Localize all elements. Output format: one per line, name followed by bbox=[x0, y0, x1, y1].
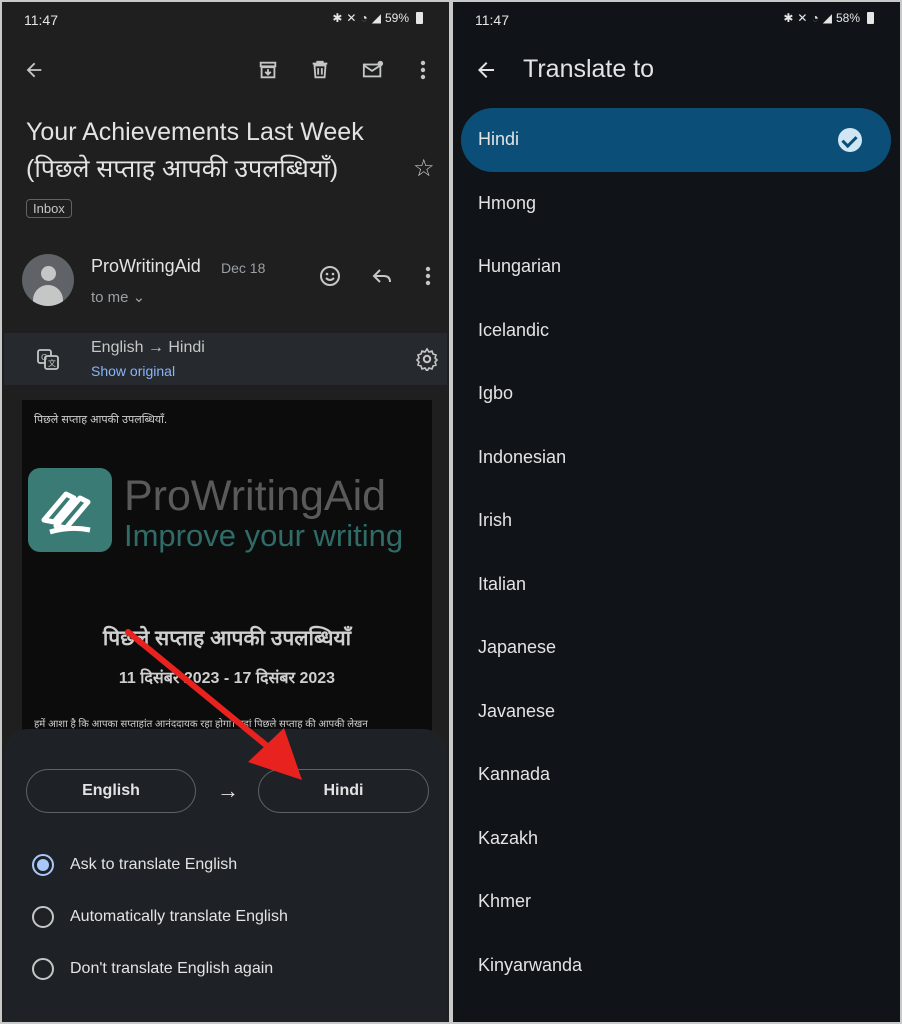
battery-icon bbox=[867, 12, 874, 24]
email-date: Dec 18 bbox=[221, 260, 266, 276]
recipient-details-toggle[interactable]: to me ⌄ bbox=[91, 288, 145, 306]
language-item[interactable]: Kannada bbox=[461, 743, 891, 807]
emoji-reaction-icon[interactable] bbox=[316, 262, 344, 290]
avatar-body-shape bbox=[33, 285, 63, 306]
signal-icon: ◢ bbox=[822, 11, 832, 25]
archive-icon[interactable] bbox=[254, 56, 282, 84]
translate-options-sheet: English → Hindi Ask to translate English… bbox=[4, 729, 447, 1022]
language-label: Kazakh bbox=[478, 827, 539, 848]
wifi-icon: ◔ bbox=[360, 11, 368, 25]
language-item[interactable]: Javanese bbox=[461, 680, 891, 744]
radio-label: Automatically translate English bbox=[70, 908, 288, 925]
radio-ask-translate[interactable]: Ask to translate English bbox=[32, 850, 237, 880]
language-item[interactable]: Japanese bbox=[461, 616, 891, 680]
translation-languages: English → Hindi bbox=[91, 339, 205, 356]
left-phone-screen: 11:47 ✱ ✕ ◔ ◢ 59% Your Achievements Last… bbox=[0, 0, 451, 1024]
mute-icon: ✕ bbox=[797, 11, 808, 25]
language-item[interactable]: Indonesian bbox=[461, 426, 891, 490]
signal-icon: ◢ bbox=[371, 11, 381, 25]
language-label: Irish bbox=[478, 510, 513, 531]
language-label: Kannada bbox=[478, 764, 551, 785]
mute-icon: ✕ bbox=[346, 11, 357, 25]
bluetooth-icon: ✱ bbox=[783, 11, 794, 25]
language-label: Japanese bbox=[478, 637, 557, 658]
language-label: Icelandic bbox=[478, 319, 550, 340]
source-language-button[interactable]: English bbox=[26, 769, 196, 813]
language-item[interactable]: Hmong bbox=[461, 172, 891, 236]
delete-icon[interactable] bbox=[306, 56, 334, 84]
language-item[interactable]: Italian bbox=[461, 553, 891, 617]
language-item[interactable]: Kazakh bbox=[461, 807, 891, 871]
page-title: Translate to bbox=[523, 55, 655, 83]
svg-text:文: 文 bbox=[48, 358, 56, 368]
brand-tagline: Improve your writing bbox=[124, 518, 404, 553]
sender-name[interactable]: ProWritingAid bbox=[91, 256, 201, 277]
brand-name: ProWritingAid bbox=[124, 472, 387, 520]
status-icons: ✱ ✕ ◔ ◢ 59% bbox=[332, 11, 423, 25]
language-label: Javanese bbox=[478, 700, 556, 721]
translate-settings-gear-icon[interactable] bbox=[413, 345, 441, 373]
status-bar: 11:47 ✱ ✕ ◔ ◢ 58% bbox=[453, 2, 900, 38]
email-date-range: 11 दिसंबर 2023 - 17 दिसंबर 2023 bbox=[118, 670, 336, 687]
status-time: 11:47 bbox=[24, 12, 58, 28]
language-label: Hindi bbox=[478, 129, 520, 150]
translation-banner: G文 English → Hindi Show original bbox=[4, 333, 447, 385]
arrow-right-icon: → bbox=[217, 778, 239, 803]
bluetooth-icon: ✱ bbox=[332, 11, 343, 25]
check-circle-icon bbox=[838, 128, 862, 152]
email-preheader: पिछले सप्ताह आपकी उपलब्धियाँ. bbox=[34, 414, 168, 426]
email-body: पिछले सप्ताह आपकी उपलब्धियाँ. ProWriting… bbox=[22, 400, 432, 740]
status-time: 11:47 bbox=[475, 12, 509, 28]
language-label: Hmong bbox=[478, 192, 537, 213]
star-icon[interactable]: ☆ bbox=[413, 154, 435, 183]
battery-icon bbox=[416, 12, 423, 24]
language-label: Kinyarwanda bbox=[478, 954, 583, 975]
battery-percent: 58% bbox=[835, 11, 860, 25]
svg-text:G: G bbox=[41, 353, 47, 362]
language-label: Italian bbox=[478, 573, 527, 594]
battery-percent: 59% bbox=[384, 11, 409, 25]
message-more-icon[interactable] bbox=[415, 262, 441, 290]
radio-dont-translate[interactable]: Don't translate English again bbox=[32, 954, 273, 984]
radio-auto-translate[interactable]: Automatically translate English bbox=[32, 902, 288, 932]
language-label: Igbo bbox=[478, 383, 514, 404]
radio-label: Ask to translate English bbox=[70, 856, 238, 873]
email-paragraph: हमें आशा है कि आपका सप्ताहांत आनंददायक र… bbox=[34, 719, 368, 730]
language-label: Hungarian bbox=[478, 256, 562, 277]
wifi-icon: ◔ bbox=[811, 11, 819, 25]
back-arrow-icon[interactable] bbox=[20, 56, 48, 84]
avatar[interactable] bbox=[22, 254, 74, 306]
radio-unselected-icon[interactable] bbox=[32, 906, 54, 928]
language-item[interactable]: Kinyarwanda bbox=[461, 934, 891, 998]
email-heading: पिछले सप्ताह आपकी उपलब्धियाँ bbox=[102, 627, 352, 650]
radio-label: Don't translate English again bbox=[70, 960, 274, 977]
reply-icon[interactable] bbox=[368, 262, 396, 290]
radio-selected-icon[interactable] bbox=[32, 854, 54, 876]
language-item[interactable]: Khmer bbox=[461, 870, 891, 934]
inbox-label-chip[interactable]: Inbox bbox=[26, 199, 72, 218]
back-arrow-icon[interactable] bbox=[474, 58, 498, 89]
avatar-head-shape bbox=[41, 266, 56, 281]
language-label: Indonesian bbox=[478, 446, 567, 467]
language-list: Hindi Hmong Hungarian Icelandic Igbo Indonesi… bbox=[461, 108, 891, 997]
status-bar: 11:47 ✱ ✕ ◔ ◢ 59% bbox=[2, 2, 449, 38]
language-item[interactable]: Irish bbox=[461, 489, 891, 553]
target-language-button[interactable]: Hindi bbox=[258, 769, 429, 813]
translate-icon: G文 bbox=[34, 345, 62, 373]
language-item[interactable]: Icelandic bbox=[461, 299, 891, 363]
language-item[interactable]: Hindi bbox=[461, 108, 891, 172]
email-subject: Your Achievements Last Week (पिछले सप्ता… bbox=[26, 118, 364, 183]
radio-unselected-icon[interactable] bbox=[32, 958, 54, 980]
mark-unread-icon[interactable] bbox=[358, 56, 388, 84]
language-item[interactable]: Hungarian bbox=[461, 235, 891, 299]
show-original-link[interactable]: Show original bbox=[91, 363, 175, 379]
more-vert-icon[interactable] bbox=[410, 56, 436, 84]
status-icons: ✱ ✕ ◔ ◢ 58% bbox=[783, 11, 874, 25]
language-label: Khmer bbox=[478, 891, 532, 912]
prowritingaid-logo-icon bbox=[28, 468, 112, 552]
language-item[interactable]: Igbo bbox=[461, 362, 891, 426]
